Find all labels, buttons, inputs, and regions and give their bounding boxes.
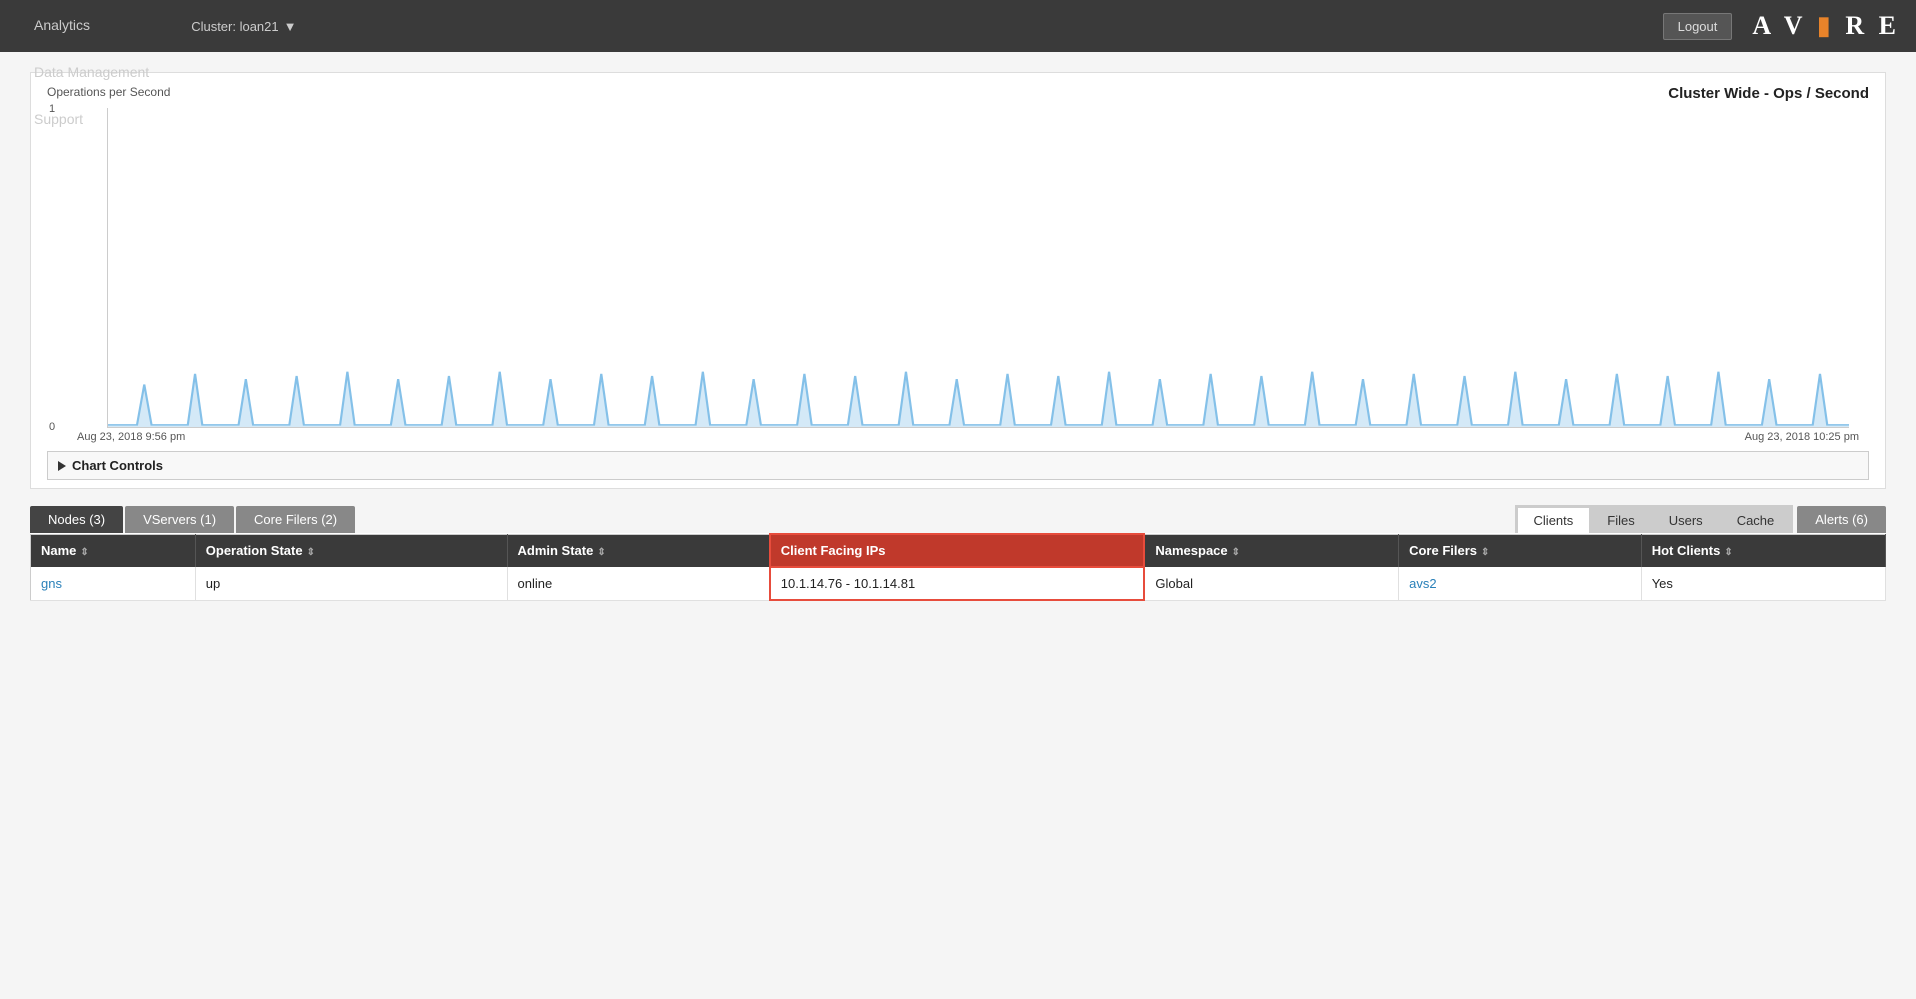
sub-tab-files[interactable]: Files bbox=[1591, 508, 1650, 533]
chart-controls-bar[interactable]: Chart Controls bbox=[47, 451, 1869, 480]
chart-title-row: Operations per Second Cluster Wide - Ops… bbox=[47, 85, 1869, 102]
main-content: Operations per Second Cluster Wide - Ops… bbox=[0, 52, 1916, 999]
cluster-selector[interactable]: Cluster: loan21 ▼ bbox=[177, 11, 310, 42]
sort-icon[interactable]: ⇕ bbox=[597, 547, 605, 558]
table-tabs: Nodes (3)VServers (1)Core Filers (2) bbox=[30, 506, 355, 533]
chart-section: Operations per Second Cluster Wide - Ops… bbox=[30, 72, 1886, 489]
cluster-label: Cluster: loan21 bbox=[191, 19, 278, 34]
chart-svg bbox=[108, 108, 1849, 427]
triangle-icon bbox=[58, 461, 66, 471]
sub-tab-users[interactable]: Users bbox=[1653, 508, 1719, 533]
sort-icon[interactable]: ⇕ bbox=[80, 547, 88, 558]
col-hot-clients[interactable]: Hot Clients ⇕ bbox=[1641, 534, 1885, 567]
table-section: Nodes (3)VServers (1)Core Filers (2) Cli… bbox=[30, 505, 1886, 601]
sub-tab-cache[interactable]: Cache bbox=[1721, 508, 1791, 533]
sort-icon[interactable]: ⇕ bbox=[1481, 547, 1489, 558]
sort-icon[interactable]: ⇕ bbox=[307, 547, 315, 558]
table-tab-nodes--3-[interactable]: Nodes (3) bbox=[30, 506, 123, 533]
table-tab-vservers--1-[interactable]: VServers (1) bbox=[125, 506, 234, 533]
avere-logo: A V ▮ R E bbox=[1752, 11, 1900, 41]
y-axis-labels: 1 0 bbox=[49, 108, 55, 428]
tab-alerts[interactable]: Alerts (6) bbox=[1797, 506, 1886, 533]
cell-name: gns bbox=[31, 567, 196, 600]
col-operation-state[interactable]: Operation State ⇕ bbox=[195, 534, 507, 567]
chevron-down-icon: ▼ bbox=[284, 19, 297, 34]
alerts-tab-container: Alerts (6) bbox=[1797, 506, 1886, 533]
cell-admin-state: online bbox=[507, 567, 770, 600]
table-header-row: Name ⇕Operation State ⇕Admin State ⇕Clie… bbox=[31, 534, 1886, 567]
col-core-filers[interactable]: Core Filers ⇕ bbox=[1399, 534, 1642, 567]
chart-section-title: Operations per Second bbox=[47, 85, 170, 99]
table-body: gns uponline10.1.14.76 - 10.1.14.81Global… bbox=[31, 567, 1886, 600]
header-right: Logout A V ▮ R E bbox=[1663, 11, 1900, 41]
core-filers-link[interactable]: avs2 bbox=[1409, 576, 1436, 591]
sort-icon[interactable]: ⇕ bbox=[1232, 547, 1240, 558]
cell-operation-state: up bbox=[195, 567, 507, 600]
logout-button[interactable]: Logout bbox=[1663, 13, 1733, 40]
col-namespace[interactable]: Namespace ⇕ bbox=[1144, 534, 1398, 567]
chart-area bbox=[107, 108, 1849, 428]
table-tab-core-filers--2-[interactable]: Core Filers (2) bbox=[236, 506, 355, 533]
col-admin-state[interactable]: Admin State ⇕ bbox=[507, 534, 770, 567]
header: DashboardSettingsAnalyticsData Managemen… bbox=[0, 0, 1916, 52]
chart-controls-label: Chart Controls bbox=[72, 458, 163, 473]
table-row: gns uponline10.1.14.76 - 10.1.14.81Global… bbox=[31, 567, 1886, 600]
sort-icon[interactable]: ⇕ bbox=[1724, 547, 1732, 558]
name-link[interactable]: gns bbox=[41, 576, 62, 591]
y-max-label: 1 bbox=[49, 103, 55, 115]
sub-tabs: ClientsFilesUsersCache bbox=[1515, 505, 1794, 533]
cell-hot-clients: Yes bbox=[1641, 567, 1885, 600]
cell-namespace: Global bbox=[1144, 567, 1398, 600]
chart-date-end: Aug 23, 2018 10:25 pm bbox=[1745, 431, 1859, 443]
nav-tab-analytics[interactable]: Analytics bbox=[16, 3, 167, 50]
cell-core-filers: avs2 bbox=[1399, 567, 1642, 600]
col-client-facing-ips: Client Facing IPs bbox=[770, 534, 1145, 567]
chart-main-title: Cluster Wide - Ops / Second bbox=[1668, 85, 1869, 102]
y-min-label: 0 bbox=[49, 421, 55, 433]
cell-client-facing-ips: 10.1.14.76 - 10.1.14.81 bbox=[770, 567, 1145, 600]
chart-date-start: Aug 23, 2018 9:56 pm bbox=[77, 431, 185, 443]
sub-tab-clients[interactable]: Clients bbox=[1518, 508, 1590, 533]
chart-dates: Aug 23, 2018 9:56 pm Aug 23, 2018 10:25 … bbox=[77, 431, 1859, 443]
vservers-table: Name ⇕Operation State ⇕Admin State ⇕Clie… bbox=[30, 533, 1886, 601]
col-name[interactable]: Name ⇕ bbox=[31, 534, 196, 567]
